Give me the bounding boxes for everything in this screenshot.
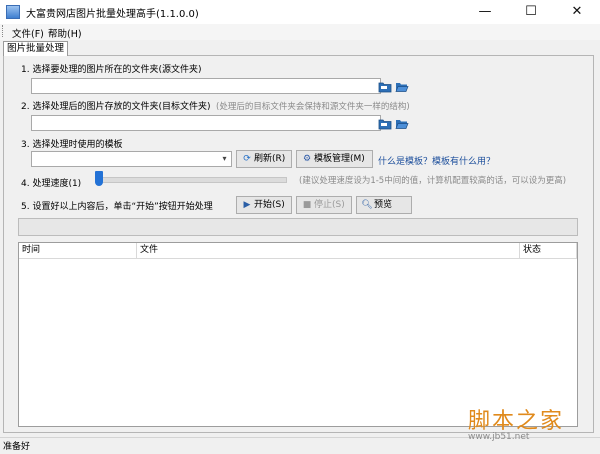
template-help-link[interactable]: 什么是模板？模板有什么用？	[378, 154, 495, 167]
step1-label: 1. 选择要处理的图片所在的文件夹(源文件夹)	[21, 65, 202, 75]
speed-slider-track[interactable]	[95, 177, 287, 183]
template-manage-button-label: 模板管理(M)	[314, 154, 365, 164]
start-button-label: 开始(S)	[254, 200, 285, 210]
folder-icon[interactable]	[378, 117, 392, 130]
minimize-button[interactable]: —	[462, 0, 508, 24]
status-text: 准备好	[3, 442, 31, 452]
step4-hint: (建议处理速度设为1-5中间的值，计算机配置较高的话，可以设为更高)	[299, 176, 567, 186]
template-select[interactable]	[31, 151, 232, 167]
menu-help[interactable]: 帮助(H)	[48, 26, 82, 40]
log-table[interactable]: 时间 文件 状态	[18, 242, 578, 427]
step2-hint: (处理后的目标文件夹会保持和源文件夹一样的结构)	[216, 102, 410, 112]
menu-bar	[0, 24, 600, 40]
progress-bar	[18, 218, 578, 236]
stop-button-label: 停止(S)	[314, 200, 345, 210]
step4-label: 4. 处理速度(1)	[21, 179, 82, 189]
maximize-button[interactable]: ☐	[508, 0, 554, 24]
speed-slider-thumb[interactable]	[95, 171, 103, 186]
watermark-url: www.jb51.net	[468, 432, 530, 442]
tab-batch-process[interactable]: 图片批量处理	[3, 41, 68, 56]
app-icon	[6, 5, 20, 19]
window-title: 大富贵网店图片批量处理高手(1.1.0.0)	[26, 9, 199, 20]
gear-icon: ⚙	[302, 154, 312, 164]
step3-label: 3. 选择处理时使用的模板	[21, 140, 123, 150]
search-icon: 🔍︎	[361, 200, 373, 210]
play-icon: ▶	[243, 200, 251, 210]
folder-icon[interactable]	[378, 80, 392, 93]
watermark-brand: 脚本之家	[468, 409, 565, 434]
step5-label: 5. 设置好以上内容后，单击“开始”按钮开始处理	[21, 202, 213, 212]
stop-button[interactable]: ■ 停止(S)	[296, 196, 352, 214]
preview-button[interactable]: 🔍︎预览	[356, 196, 412, 214]
refresh-button[interactable]: ⟳ 刷新(R)	[236, 150, 292, 168]
column-header-time[interactable]: 时间	[19, 243, 137, 259]
menu-file[interactable]: 文件(F)	[12, 26, 44, 40]
source-folder-input[interactable]	[31, 78, 381, 94]
step2-label: 2. 选择处理后的图片存放的文件夹(目标文件夹)	[21, 102, 211, 112]
menu-grip	[2, 25, 5, 37]
start-button[interactable]: ▶ 开始(S)	[236, 196, 292, 214]
preview-button-label: 预览	[374, 200, 393, 210]
open-folder-icon[interactable]	[395, 117, 409, 130]
close-button[interactable]: ✕	[554, 0, 600, 24]
refresh-button-label: 刷新(R)	[254, 154, 286, 164]
chevron-down-icon[interactable]: ▾	[218, 152, 231, 166]
stop-icon: ■	[302, 200, 312, 210]
refresh-icon: ⟳	[243, 154, 251, 164]
template-manage-button[interactable]: ⚙ 模板管理(M)	[296, 150, 373, 168]
column-header-file[interactable]: 文件	[137, 243, 520, 259]
column-header-status[interactable]: 状态	[520, 243, 577, 259]
open-folder-icon[interactable]	[395, 80, 409, 93]
target-folder-input[interactable]	[31, 115, 381, 131]
